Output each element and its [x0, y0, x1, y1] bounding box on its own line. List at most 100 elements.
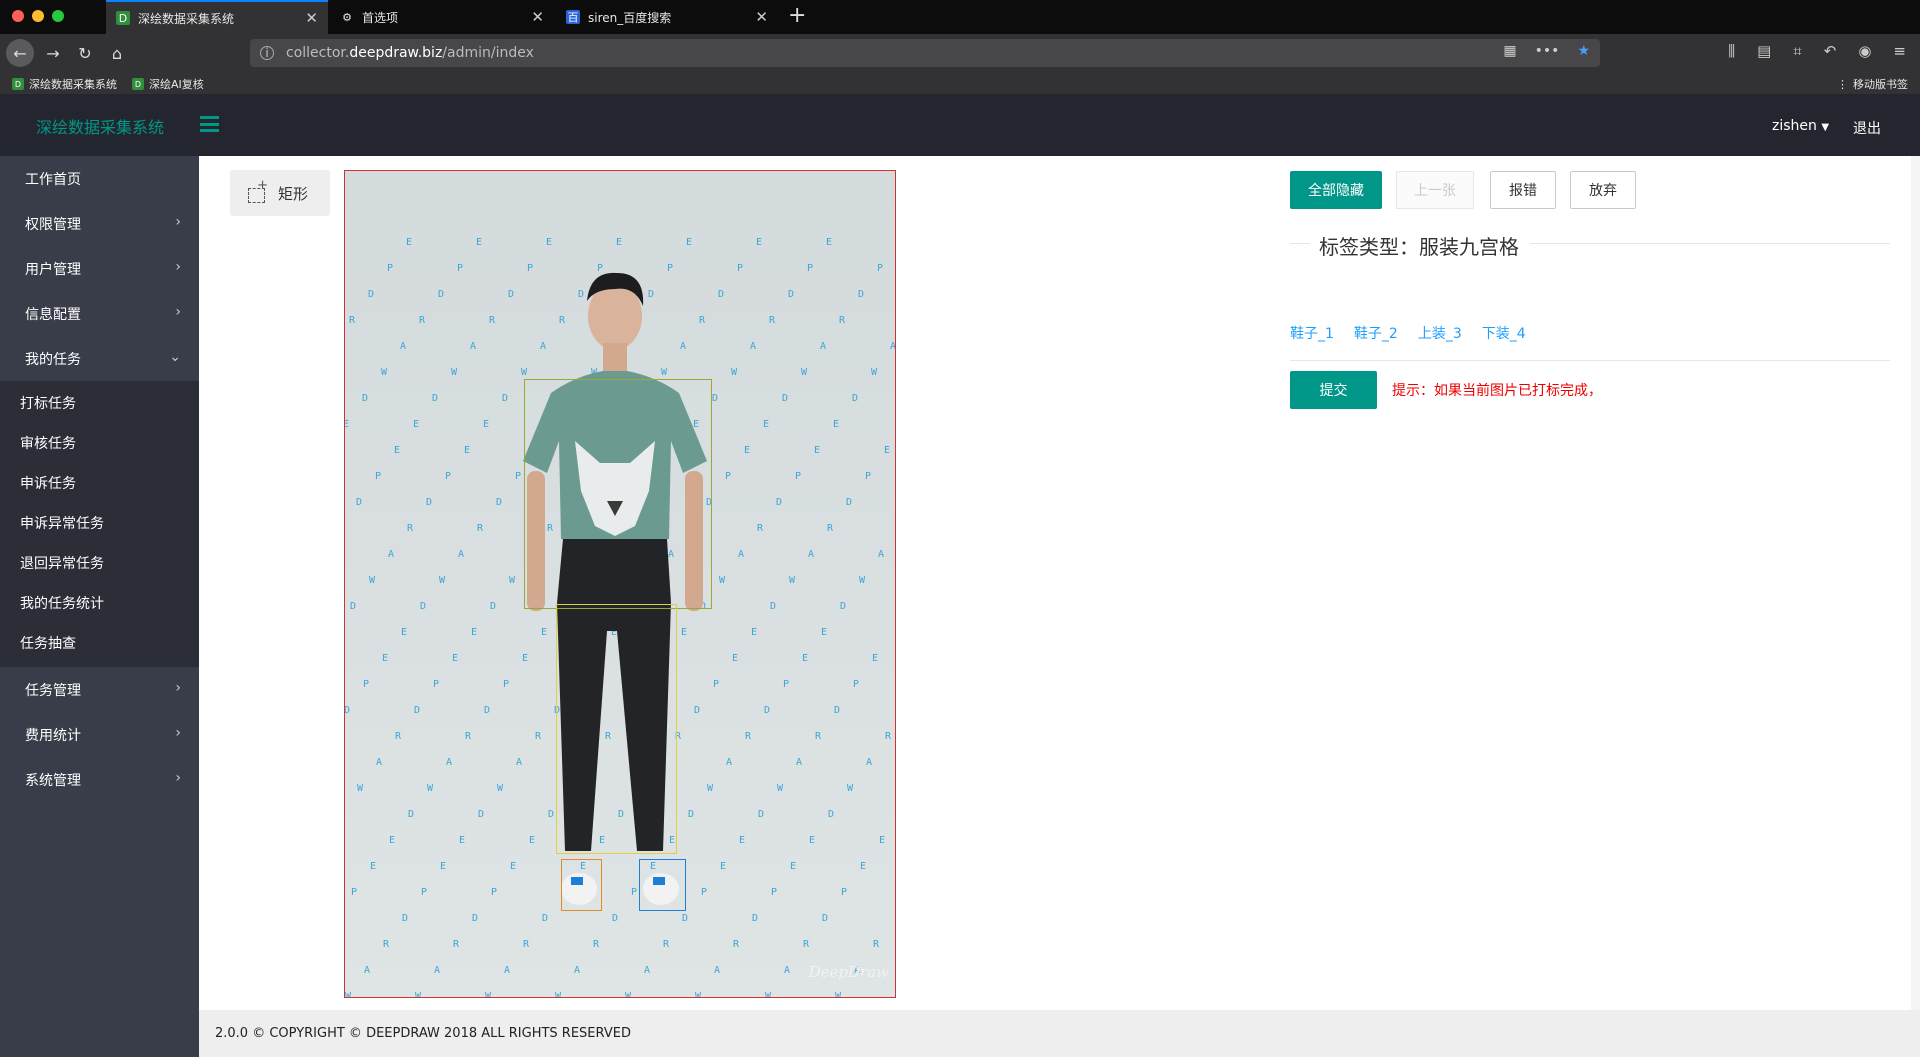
- chevron-right-icon: ›: [175, 304, 181, 320]
- app-header: 深绘数据采集系统 zishen ▼ 退出: [0, 94, 1920, 156]
- bookmark-item[interactable]: D 深绘数据采集系统: [12, 76, 117, 92]
- close-tab-icon[interactable]: ✕: [305, 9, 318, 27]
- chevron-right-icon: ›: [175, 259, 181, 275]
- sidebar-item-label: 工作首页: [25, 171, 81, 188]
- annotation-tag-list: 鞋子_1 鞋子_2 上装_3 下装_4: [1290, 323, 1526, 343]
- mobile-bookmarks[interactable]: ⋮ 移动版书签: [1837, 76, 1908, 92]
- user-menu[interactable]: zishen ▼: [1772, 118, 1829, 134]
- submenu-item-appeal-exception[interactable]: 申诉异常任务: [0, 503, 199, 543]
- username: zishen: [1772, 118, 1817, 134]
- submit-hint: 提示：如果当前图片已打标完成，: [1392, 383, 1602, 399]
- baidu-favicon-icon: 百: [566, 10, 580, 24]
- menu-icon[interactable]: ≡: [1893, 42, 1906, 60]
- tag-bottom-4[interactable]: 下装_4: [1482, 323, 1526, 343]
- sidebar-item-label: 我的任务: [25, 351, 81, 368]
- sidebar-item-my-tasks[interactable]: 我的任务 ⌄: [0, 336, 199, 381]
- bbox-shoe-2[interactable]: [639, 859, 686, 911]
- site-favicon-icon: D: [116, 11, 130, 25]
- tab-title: 深绘数据采集系统: [138, 11, 235, 26]
- divider: [1290, 360, 1890, 361]
- sidebar-item-task-management[interactable]: 任务管理 ›: [0, 667, 199, 712]
- vertical-scrollbar[interactable]: [1911, 156, 1920, 1010]
- browser-tab-1[interactable]: D 深绘数据采集系统 ✕: [106, 0, 328, 34]
- bookmark-label: 深绘数据采集系统: [29, 78, 117, 91]
- tag-shoe-2[interactable]: 鞋子_2: [1354, 323, 1398, 343]
- caret-down-icon: ▼: [1821, 122, 1830, 133]
- back-arrow-icon[interactable]: ←: [6, 39, 34, 67]
- bookmark-item[interactable]: D 深绘AI复核: [132, 76, 204, 92]
- bbox-shoe-1[interactable]: [561, 859, 602, 911]
- submenu-item-task-sampling[interactable]: 任务抽查: [0, 623, 199, 663]
- sidebar-toggle-icon[interactable]: ▤: [1757, 42, 1771, 60]
- library-icon[interactable]: ⫼: [1728, 42, 1735, 60]
- submenu-item-return-exception[interactable]: 退回异常任务: [0, 543, 199, 583]
- bookmark-star-icon[interactable]: ★: [1577, 43, 1590, 59]
- rectangle-tool-icon: [248, 178, 268, 203]
- info-icon[interactable]: i: [260, 46, 274, 60]
- sidebar-item-fee-stats[interactable]: 费用统计 ›: [0, 712, 199, 757]
- sidebar-item-label: 费用统计: [25, 727, 81, 744]
- bbox-pants[interactable]: [556, 604, 677, 854]
- browser-tab-3[interactable]: 百 siren_百度搜索 ✕: [556, 0, 778, 34]
- close-tab-icon[interactable]: ✕: [531, 8, 544, 26]
- sidebar-item-permissions[interactable]: 权限管理 ›: [0, 201, 199, 246]
- url-bar[interactable]: i collector. deepdraw.biz/admin/index ▦ •…: [250, 39, 1600, 67]
- submit-button[interactable]: 提交: [1290, 371, 1377, 409]
- home-icon[interactable]: ⌂: [104, 40, 130, 66]
- reload-icon[interactable]: ↻: [72, 40, 98, 66]
- sidebar-item-label: 权限管理: [25, 216, 81, 233]
- account-icon[interactable]: ◉: [1858, 42, 1871, 60]
- sidebar-item-home[interactable]: 工作首页: [0, 156, 199, 201]
- submenu-item-appeal-task[interactable]: 申诉任务: [0, 463, 199, 503]
- abandon-button[interactable]: 放弃: [1570, 171, 1636, 209]
- previous-image-button[interactable]: 上一张: [1396, 171, 1474, 209]
- submenu-item-task-stats[interactable]: 我的任务统计: [0, 583, 199, 623]
- chevron-right-icon: ›: [175, 770, 181, 786]
- close-tab-icon[interactable]: ✕: [755, 8, 768, 26]
- label-type-fieldset: 标签类型：服装九宫格: [1290, 229, 1890, 259]
- url-domain: deepdraw.biz: [349, 45, 443, 61]
- deepdraw-watermark-logo: DeepDraw: [808, 963, 889, 981]
- copyright-text: 2.0.0 © COPYRIGHT © DEEPDRAW 2018 ALL RI…: [215, 1026, 631, 1041]
- browser-tab-2[interactable]: ⚙ 首选项 ✕: [330, 0, 554, 34]
- hide-all-button[interactable]: 全部隐藏: [1290, 171, 1382, 209]
- label-type-title: 标签类型：服装九宫格: [1319, 235, 1519, 259]
- url-path: /admin/index: [442, 45, 534, 61]
- minimize-window-button[interactable]: [32, 10, 44, 22]
- chevron-right-icon: ›: [175, 680, 181, 696]
- submenu-item-label-task[interactable]: 打标任务: [0, 383, 199, 423]
- url-prefix: collector.: [286, 45, 350, 61]
- tag-shoe-1[interactable]: 鞋子_1: [1290, 323, 1334, 343]
- tab-title: 首选项: [362, 10, 399, 25]
- page-actions-icon[interactable]: •••: [1535, 43, 1560, 59]
- close-window-button[interactable]: [12, 10, 24, 22]
- annotation-canvas[interactable]: ERDPEEDWARDPERDPEEDWARDPEDWARDPEEDWARDPE…: [344, 170, 896, 998]
- undo-icon[interactable]: ↶: [1824, 42, 1837, 60]
- hamburger-menu-icon[interactable]: [200, 116, 219, 132]
- rectangle-tool-button[interactable]: 矩形: [230, 170, 330, 216]
- logout-link[interactable]: 退出: [1853, 118, 1881, 138]
- screenshot-icon[interactable]: ⌗: [1793, 42, 1801, 60]
- sidebar-item-label: 任务管理: [25, 682, 81, 699]
- report-error-button[interactable]: 报错: [1490, 171, 1556, 209]
- browser-toolbar-icons: ⫼ ▤ ⌗ ↶ ◉ ≡: [1728, 42, 1906, 60]
- app-brand[interactable]: 深绘数据采集系统: [36, 114, 164, 138]
- bookmark-favicon-icon: D: [12, 78, 24, 90]
- sidebar-item-users[interactable]: 用户管理 ›: [0, 246, 199, 291]
- sidebar-item-label: 用户管理: [25, 261, 81, 278]
- new-tab-button[interactable]: +: [788, 5, 806, 27]
- folder-icon: ⋮: [1837, 77, 1848, 91]
- maximize-window-button[interactable]: [52, 10, 64, 22]
- bookmarks-bar: D 深绘数据采集系统 D 深绘AI复核 ⋮ 移动版书签: [0, 72, 1920, 94]
- qr-code-icon[interactable]: ▦: [1503, 43, 1516, 59]
- submenu-item-review-task[interactable]: 审核任务: [0, 423, 199, 463]
- tab-title: siren_百度搜索: [588, 10, 672, 25]
- forward-arrow-icon[interactable]: →: [40, 40, 66, 66]
- chevron-right-icon: ›: [175, 214, 181, 230]
- sidebar-item-label: 系统管理: [25, 772, 81, 789]
- sidebar-item-system[interactable]: 系统管理 ›: [0, 757, 199, 802]
- footer: 2.0.0 © COPYRIGHT © DEEPDRAW 2018 ALL RI…: [199, 1010, 1920, 1057]
- tag-top-3[interactable]: 上装_3: [1418, 323, 1462, 343]
- bbox-top-garment[interactable]: [524, 379, 712, 609]
- sidebar-item-info-config[interactable]: 信息配置 ›: [0, 291, 199, 336]
